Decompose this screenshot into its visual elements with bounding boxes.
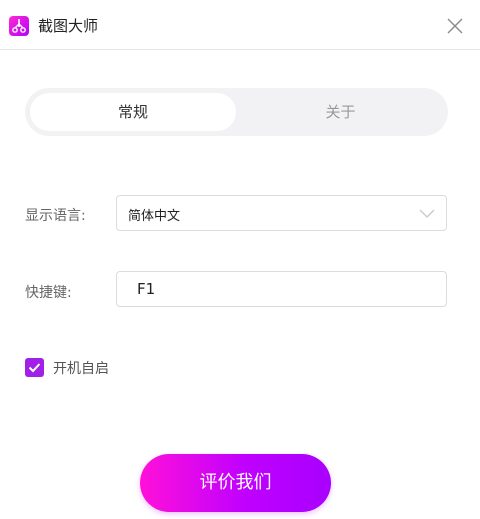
language-label: 显示语言:	[25, 208, 86, 224]
chevron-down-icon	[418, 205, 436, 225]
rate-us-button[interactable]: 评价我们	[140, 454, 331, 512]
hotkey-input[interactable]: F1	[116, 271, 447, 307]
language-select[interactable]: 简体中文	[116, 195, 447, 231]
tab-about[interactable]: 关于	[238, 93, 443, 131]
hotkey-label: 快捷键:	[25, 285, 72, 301]
tab-bar: 常规 关于	[25, 88, 448, 136]
autostart-checkbox[interactable]	[25, 358, 44, 377]
close-icon[interactable]	[444, 15, 466, 37]
scissors-icon	[9, 16, 29, 36]
title-bar: 截图大师	[0, 0, 480, 50]
language-select-value: 简体中文	[128, 209, 181, 224]
tab-general[interactable]: 常规	[30, 93, 236, 131]
hotkey-input-value: F1	[137, 280, 156, 298]
check-icon	[28, 363, 41, 373]
autostart-label[interactable]: 开机自启	[53, 358, 109, 378]
app-title: 截图大师	[38, 17, 99, 35]
